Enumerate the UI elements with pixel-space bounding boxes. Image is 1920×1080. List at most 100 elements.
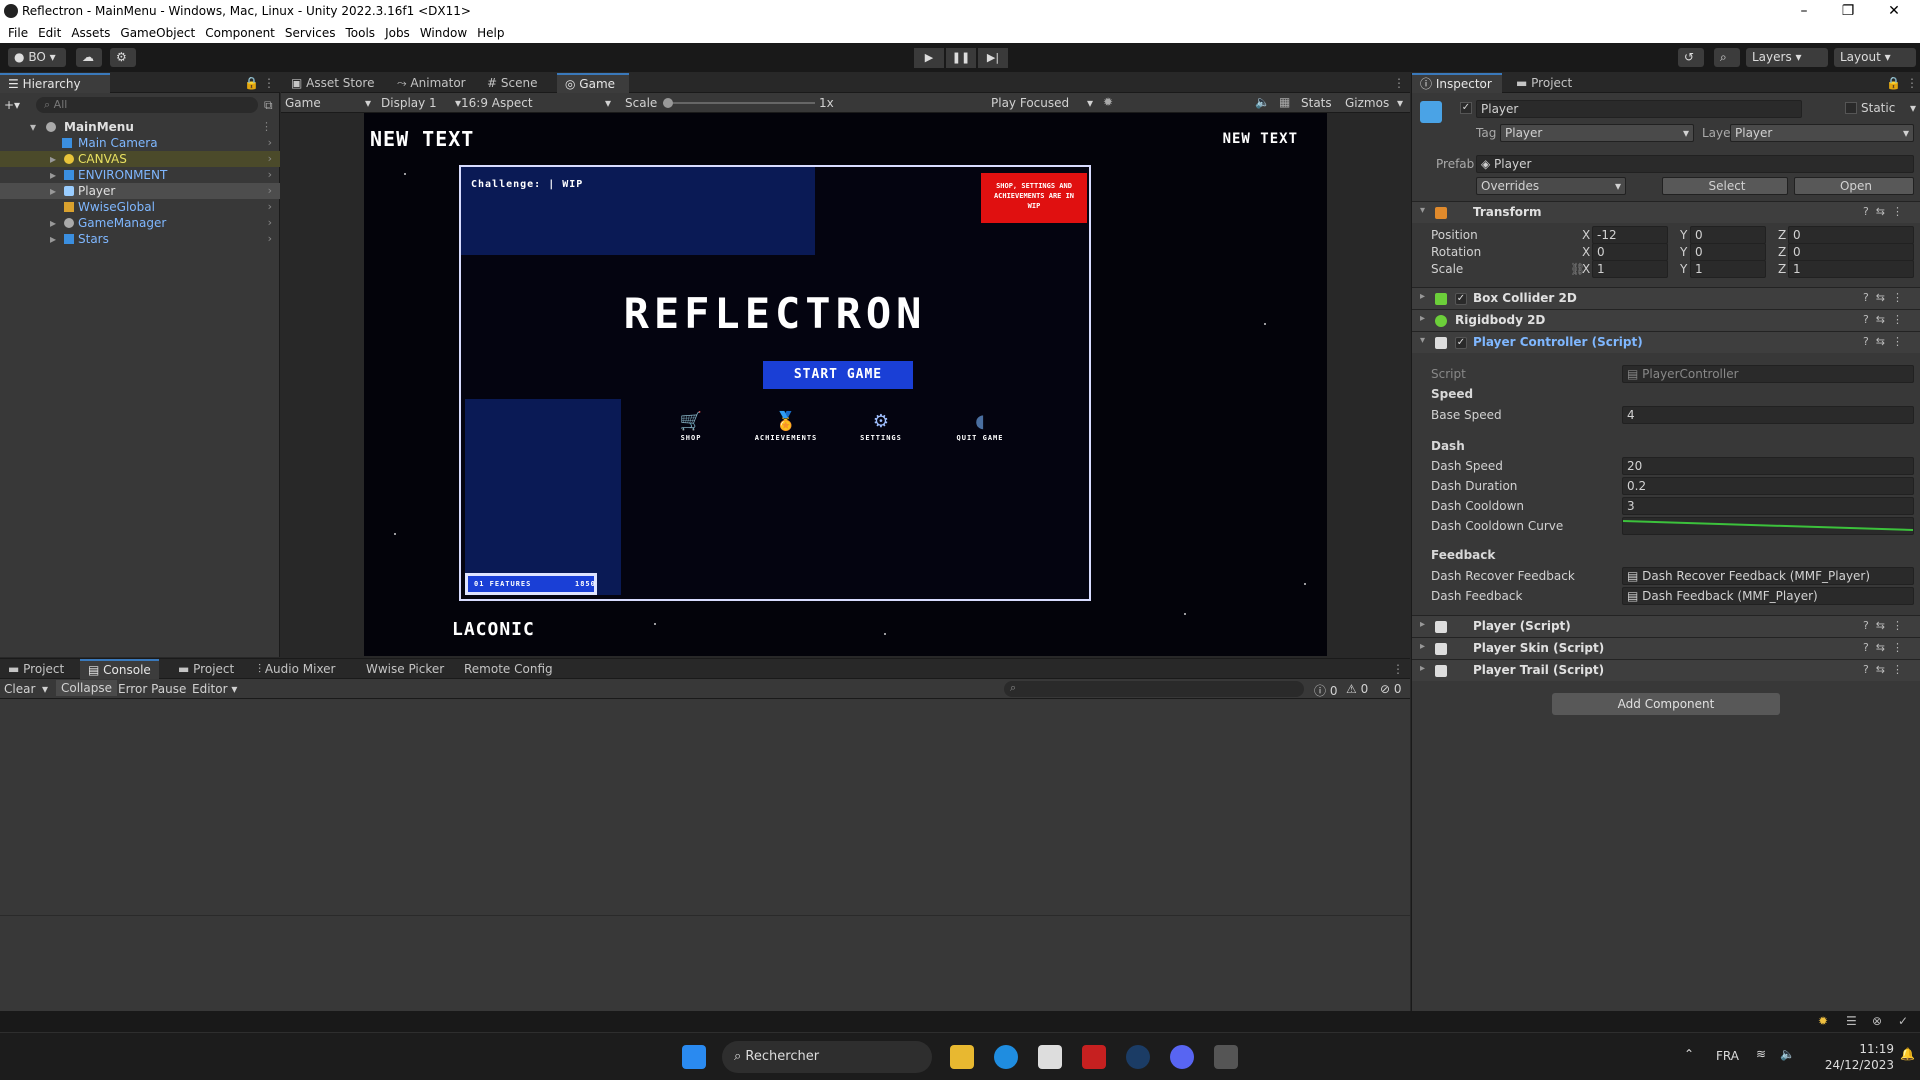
component-checkbox[interactable]: ✓ xyxy=(1455,293,1467,305)
prefab-field[interactable]: ◈ Player xyxy=(1476,155,1914,173)
menu-tools[interactable]: Tools xyxy=(346,24,376,43)
kebab-menu-icon[interactable]: ⋮ xyxy=(1906,76,1918,90)
chevron-right-icon[interactable]: › xyxy=(268,199,272,215)
tab-inspector[interactable]: ⓘ Inspector xyxy=(1412,73,1502,93)
layer-dropdown[interactable]: Player ▾ xyxy=(1730,124,1914,142)
info-count[interactable]: ⓘ 0 xyxy=(1314,682,1337,699)
expand-arrow-icon[interactable]: ▸ xyxy=(50,215,56,231)
expand-arrow-icon[interactable]: ▾ xyxy=(1420,205,1425,216)
start-game-button[interactable]: START GAME xyxy=(763,361,913,389)
kebab-menu-icon[interactable]: ⋮ xyxy=(1392,662,1404,676)
list-item[interactable]: ▸ CANVAS › xyxy=(0,151,280,167)
error-count[interactable]: ⊘ 0 xyxy=(1380,682,1402,696)
notification-icon[interactable]: 🔔 xyxy=(1900,1047,1915,1061)
list-item[interactable]: ▸ GameManager › xyxy=(0,215,280,231)
kebab-menu-icon[interactable]: ⋮ xyxy=(261,119,272,135)
stats-button[interactable]: Stats xyxy=(1301,96,1332,110)
steam-icon[interactable] xyxy=(1126,1045,1150,1069)
scale-y-field[interactable]: 1 xyxy=(1690,260,1766,278)
cloud-button[interactable]: ☁ xyxy=(76,48,102,67)
component-tools[interactable]: ?⇆⋮ xyxy=(1863,313,1910,326)
account-button[interactable]: ● BO ▾ xyxy=(8,48,66,67)
sun-icon[interactable]: ✹ xyxy=(1818,1014,1828,1028)
tab-hierarchy[interactable]: ☰ Hierarchy xyxy=(0,73,110,93)
dash-cooldown-field[interactable]: 3 xyxy=(1622,497,1914,515)
rotation-y-field[interactable]: 0 xyxy=(1690,243,1766,261)
menu-gameobject[interactable]: GameObject xyxy=(120,24,195,43)
player-trail-header[interactable]: ▸ Player Trail (Script) ?⇆⋮ xyxy=(1412,659,1920,681)
chevron-right-icon[interactable]: › xyxy=(268,151,272,167)
static-checkbox[interactable] xyxy=(1845,102,1857,114)
tag-dropdown[interactable]: Player ▾ xyxy=(1500,124,1694,142)
list-item[interactable]: Main Camera › xyxy=(0,135,280,151)
step-button[interactable]: ▶| xyxy=(978,48,1008,68)
position-z-field[interactable]: 0 xyxy=(1788,226,1914,244)
console-divider[interactable] xyxy=(0,915,1410,916)
rigidbody-header[interactable]: ▸ Rigidbody 2D ?⇆⋮ xyxy=(1412,309,1920,331)
check-icon[interactable]: ✓ xyxy=(1898,1014,1908,1028)
warning-count[interactable]: ⚠ 0 xyxy=(1346,682,1368,696)
game-mode-dropdown[interactable]: Game ▾ xyxy=(285,96,371,110)
gizmos-dropdown[interactable]: Gizmos ▾ xyxy=(1345,96,1403,110)
expand-arrow-icon[interactable]: ▸ xyxy=(50,231,56,247)
history-button[interactable]: ↺ xyxy=(1678,48,1704,67)
list-item[interactable]: ▸ Player › xyxy=(0,183,280,199)
tab-game[interactable]: ◎ Game xyxy=(557,73,629,93)
file-explorer-icon[interactable] xyxy=(950,1045,974,1069)
component-tools[interactable]: ?⇆⋮ xyxy=(1863,641,1910,654)
position-y-field[interactable]: 0 xyxy=(1690,226,1766,244)
taskbar-search[interactable]: ⌕ Rechercher xyxy=(722,1041,932,1073)
editor-dropdown[interactable]: Editor ▾ xyxy=(192,682,237,696)
expand-arrow-icon[interactable]: ▸ xyxy=(1420,641,1425,652)
search-button[interactable]: ⌕ xyxy=(1714,48,1740,67)
scale-x-field[interactable]: 1 xyxy=(1592,260,1668,278)
dash-curve-field[interactable] xyxy=(1622,517,1914,535)
rotation-z-field[interactable]: 0 xyxy=(1788,243,1914,261)
expand-arrow-icon[interactable]: ▸ xyxy=(50,167,56,183)
expand-arrow-icon[interactable]: ▸ xyxy=(1420,663,1425,674)
wifi-icon[interactable]: ≋ xyxy=(1756,1047,1766,1061)
play-focus-dropdown[interactable]: Play Focused ▾ xyxy=(991,96,1093,110)
dash-speed-field[interactable]: 20 xyxy=(1622,457,1914,475)
settings-button[interactable]: ⚙ SETTINGS xyxy=(851,411,911,442)
minimize-button[interactable]: – xyxy=(1782,0,1826,24)
active-checkbox[interactable]: ✓ xyxy=(1460,102,1472,114)
object-name-field[interactable]: Player xyxy=(1476,100,1802,118)
menu-assets[interactable]: Assets xyxy=(71,24,110,43)
scale-z-field[interactable]: 1 xyxy=(1788,260,1914,278)
expand-arrow-icon[interactable]: ▸ xyxy=(1420,313,1425,324)
tab-project[interactable]: ▬ Project xyxy=(1508,73,1580,93)
kebab-menu-icon[interactable]: ⋮ xyxy=(1393,76,1405,90)
menu-component[interactable]: Component xyxy=(205,24,275,43)
player-controller-header[interactable]: ▾ ✓ Player Controller (Script) ?⇆⋮ xyxy=(1412,331,1920,353)
aspect-dropdown[interactable]: 16:9 Aspect ▾ xyxy=(461,96,611,110)
component-checkbox[interactable]: ✓ xyxy=(1455,337,1467,349)
shop-button[interactable]: 🛒 SHOP xyxy=(671,411,711,442)
component-tools[interactable]: ?⇆⋮ xyxy=(1863,335,1910,348)
achievements-button[interactable]: 🏅 ACHIEVEMENTS xyxy=(741,411,831,442)
debug-icon[interactable]: ⊗ xyxy=(1872,1014,1882,1028)
discord-icon[interactable] xyxy=(1170,1045,1194,1069)
menu-services[interactable]: Services xyxy=(285,24,336,43)
list-item[interactable]: ▸ ENVIRONMENT › xyxy=(0,167,280,183)
chevron-right-icon[interactable]: › xyxy=(268,231,272,247)
chevron-right-icon[interactable]: › xyxy=(268,135,272,151)
tab-scene[interactable]: # Scene xyxy=(479,73,545,93)
expand-arrow-icon[interactable]: ▸ xyxy=(1420,619,1425,630)
chevron-right-icon[interactable]: › xyxy=(268,167,272,183)
menu-window[interactable]: Window xyxy=(420,24,467,43)
scale-slider-handle[interactable] xyxy=(663,98,673,108)
pause-button[interactable]: ❚❚ xyxy=(946,48,976,68)
expand-arrow-icon[interactable]: ▸ xyxy=(50,151,56,167)
language-indicator[interactable]: FRA xyxy=(1716,1049,1739,1063)
scene-row[interactable]: ▾ MainMenu ⋮ xyxy=(0,119,280,135)
lock-icon[interactable]: 🔒 xyxy=(244,76,259,90)
game-view[interactable]: NEW TEXT NEW TEXT Challenge: | WIP SHOP,… xyxy=(364,113,1327,656)
expand-arrow-icon[interactable]: ▸ xyxy=(50,183,56,199)
windows-start-icon[interactable] xyxy=(682,1045,706,1069)
chevron-down-icon[interactable]: ▾ xyxy=(42,682,48,696)
list-item[interactable]: ▸ Stars › xyxy=(0,231,280,247)
hierarchy-search-input[interactable]: ⌕ All xyxy=(36,97,258,113)
filter-icon[interactable]: ⧉ xyxy=(264,98,273,113)
player-script-header[interactable]: ▸ Player (Script) ?⇆⋮ xyxy=(1412,615,1920,637)
